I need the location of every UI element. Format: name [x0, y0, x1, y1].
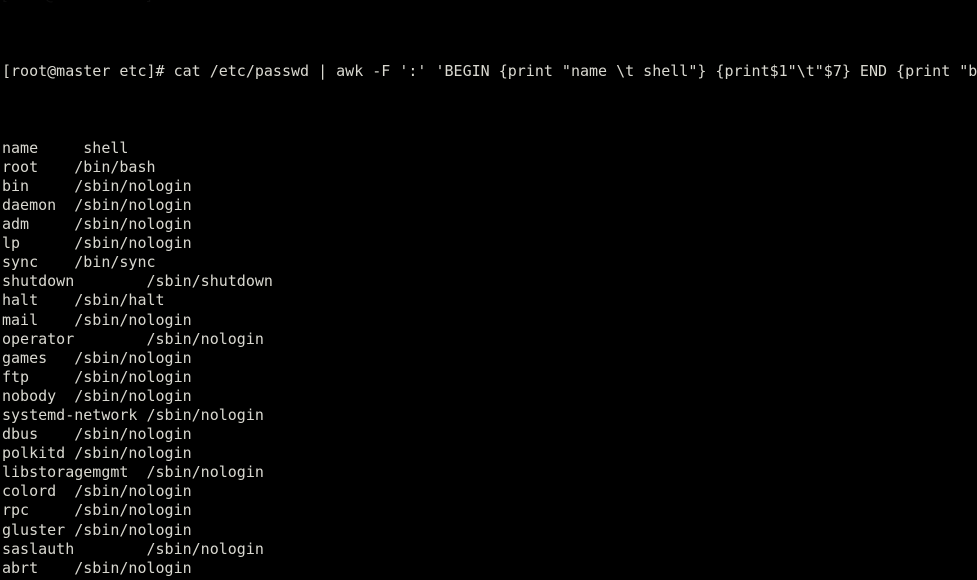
output-row: sync /bin/sync	[2, 253, 156, 272]
output-row: systemd-network /sbin/nologin	[2, 405, 264, 424]
output-row: operator /sbin/nologin	[2, 329, 264, 348]
output-row: name shell	[2, 138, 129, 157]
output-row: mail /sbin/nologin	[2, 310, 192, 329]
output-row: gluster /sbin/nologin	[2, 520, 192, 539]
output-row: abrt /sbin/nologin	[2, 558, 192, 577]
output-row: saslauth /sbin/nologin	[2, 539, 264, 558]
terminal-screen[interactable]: [root@master etc]# cat /etc/passwd | awk…	[2, 5, 977, 580]
output-row: daemon /sbin/nologin	[2, 195, 192, 214]
output-row: shutdown /sbin/shutdown	[2, 272, 273, 291]
command-output: name shell root /bin/bash bin /sbin/nologi…	[2, 139, 977, 580]
output-row: root /bin/bash	[2, 157, 156, 176]
output-row: rpc /sbin/nologin	[2, 501, 192, 520]
output-row: lp /sbin/nologin	[2, 234, 192, 253]
output-row: adm /sbin/nologin	[2, 215, 192, 234]
output-row: nobody /sbin/nologin	[2, 386, 192, 405]
output-row: dbus /sbin/nologin	[2, 425, 192, 444]
output-row: bin /sbin/nologin	[2, 176, 192, 195]
output-row: games /sbin/nologin	[2, 348, 192, 367]
output-row: libstoragemgmt /sbin/nologin	[2, 463, 264, 482]
output-row: halt /sbin/halt	[2, 291, 165, 310]
output-row: ftp /sbin/nologin	[2, 367, 192, 386]
command-line: [root@master etc]# cat /etc/passwd | awk…	[2, 62, 977, 81]
terminal-window[interactable]: [root@master etc]# clear [root@master et…	[0, 0, 977, 580]
output-row: colord /sbin/nologin	[2, 482, 192, 501]
output-row: polkitd /sbin/nologin	[2, 444, 192, 463]
